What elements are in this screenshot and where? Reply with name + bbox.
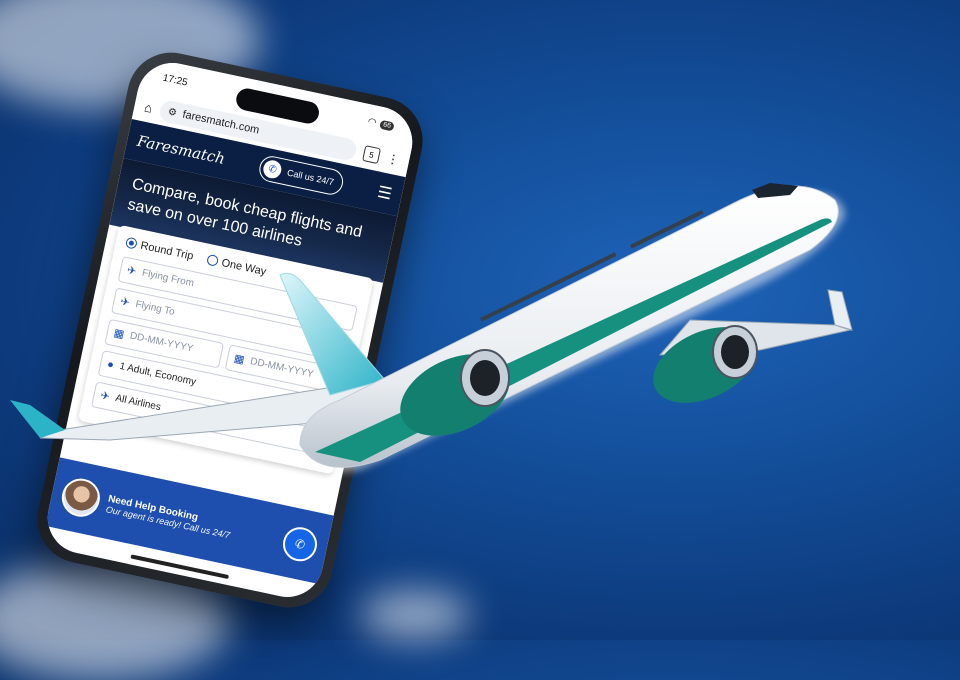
airlines-value: All Airlines <box>114 392 162 414</box>
tune-icon: ⚙ <box>166 105 178 119</box>
return-placeholder: DD-MM-YYYY <box>249 356 315 381</box>
calendar-icon: ▦ <box>232 352 246 367</box>
depart-placeholder: DD-MM-YYYY <box>128 330 195 355</box>
call-label: Call us 24/7 <box>286 167 335 188</box>
help-banner[interactable]: Need Help Booking Our agent is ready! Ca… <box>45 457 334 585</box>
home-icon[interactable]: ⌂ <box>143 99 154 115</box>
phone-icon[interactable]: ✆ <box>279 524 321 565</box>
status-time: 17:25 <box>161 72 189 89</box>
user-icon: ● <box>106 357 116 372</box>
site-logo[interactable]: Faresmatch <box>135 132 226 168</box>
browser-menu-icon[interactable]: ⋮ <box>386 151 401 167</box>
plane-icon: ✈ <box>119 295 131 310</box>
plane-right-wing <box>658 319 852 356</box>
wifi-icon: ◠ <box>366 115 378 129</box>
battery-icon: 66 <box>379 119 395 132</box>
plane-icon: ✈ <box>99 389 111 404</box>
cloud-bottom-center <box>360 590 470 640</box>
flying-to-placeholder: Flying To <box>134 299 176 319</box>
trip-oneway-radio[interactable]: One Way <box>205 253 267 278</box>
smartphone: 17:25 ◠ 66 ⌂ ⚙ faresmatch.com 5 ⋮ Faresm… <box>29 44 431 616</box>
flying-from-placeholder: Flying From <box>140 267 195 290</box>
phone-screen: 17:25 ◠ 66 ⌂ ⚙ faresmatch.com 5 ⋮ Faresm… <box>41 56 419 604</box>
phone-icon: ✆ <box>261 158 284 181</box>
menu-icon[interactable]: ☰ <box>376 182 394 205</box>
calendar-icon: ▦ <box>112 327 126 342</box>
plane-left-engine <box>400 349 510 436</box>
plane-icon: ✈ <box>125 264 138 279</box>
agent-avatar <box>58 475 104 521</box>
chevron-down-icon: ⌄ <box>312 434 323 448</box>
tabs-button[interactable]: 5 <box>362 145 382 165</box>
plane-right-engine <box>653 325 758 403</box>
